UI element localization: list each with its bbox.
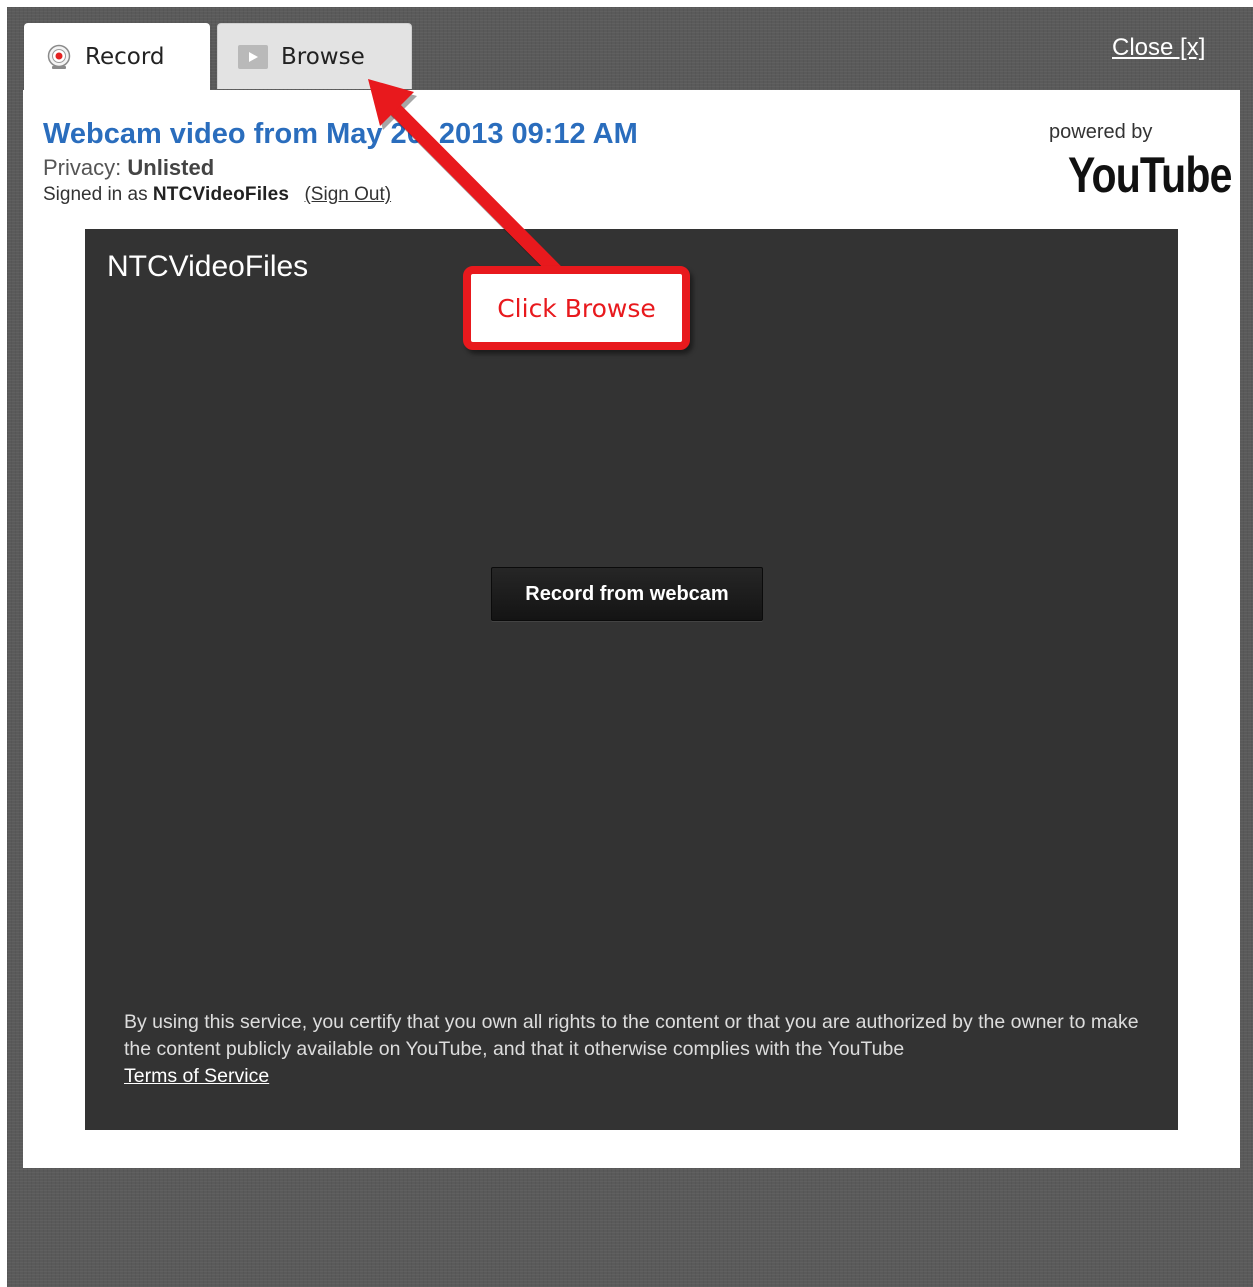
annotation-arrow: [368, 79, 567, 283]
arrow-icon: [368, 79, 567, 283]
click-browse-callout: Click Browse: [463, 266, 690, 350]
